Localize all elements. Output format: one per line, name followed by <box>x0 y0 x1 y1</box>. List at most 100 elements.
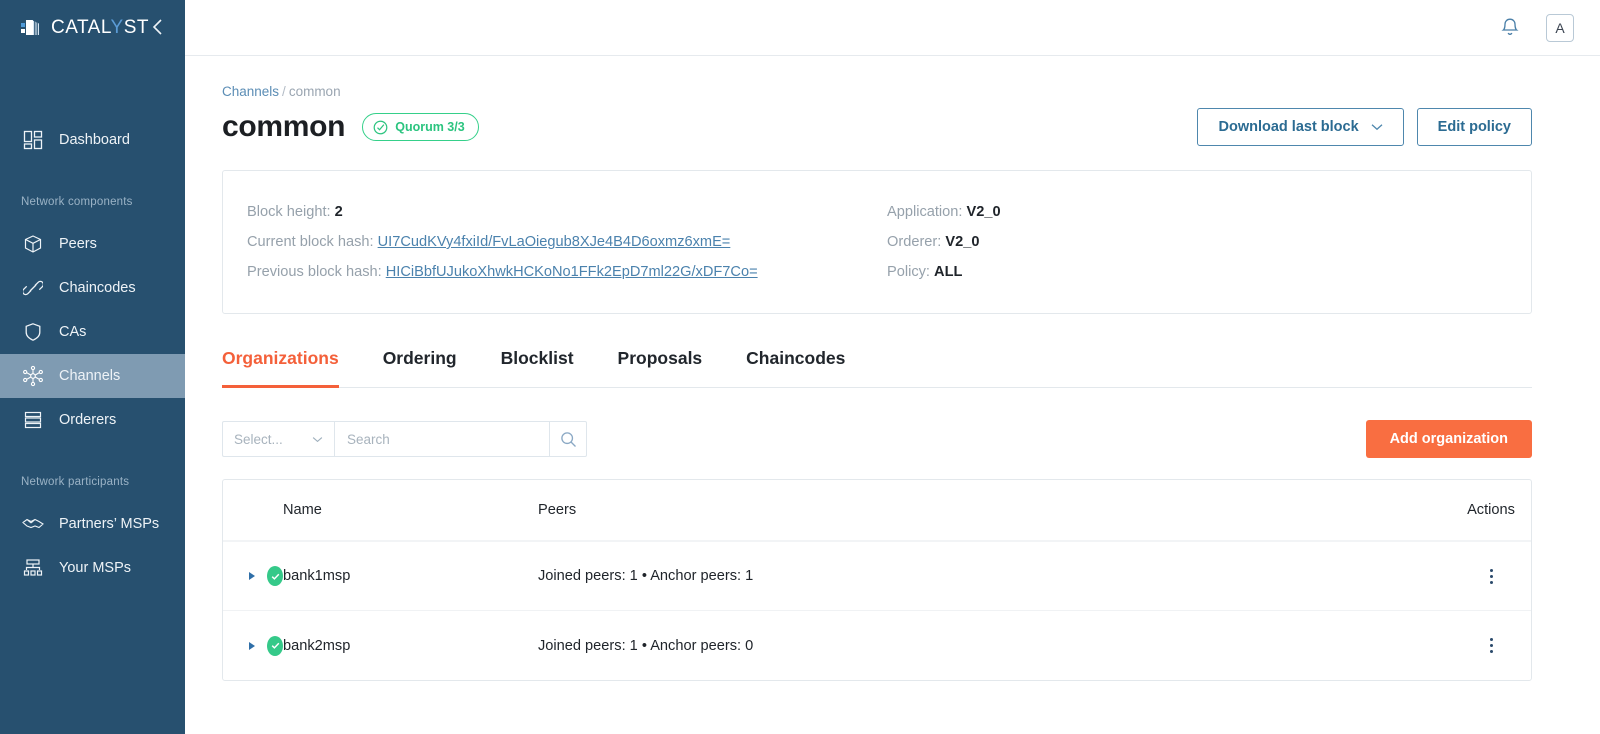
info-orderer: Orderer: V2_0 <box>887 227 1001 257</box>
tab-blocklist[interactable]: Blocklist <box>501 340 574 388</box>
sidebar-item-label: Dashboard <box>59 132 130 148</box>
breadcrumb: Channels / common <box>222 84 1532 99</box>
search-box <box>334 421 549 457</box>
column-header-name: Name <box>283 502 322 518</box>
sidebar-item-cas[interactable]: CAs <box>0 310 185 354</box>
sidebar-item-label: Peers <box>59 236 97 252</box>
info-block-height: Block height: 2 <box>247 197 887 227</box>
sidebar-collapse-button[interactable] <box>145 14 171 40</box>
catalyst-cube-logo-icon <box>20 17 42 39</box>
notifications-button[interactable] <box>1496 14 1524 42</box>
sidebar-section-label-network-participants: Network participants <box>21 476 130 488</box>
edit-policy-button[interactable]: Edit policy <box>1416 108 1532 146</box>
brand-name: CATALYST <box>51 17 149 38</box>
search-icon <box>560 431 576 447</box>
info-label: Application: <box>887 204 963 220</box>
dashboard-grid-icon <box>21 128 45 152</box>
org-tree-icon <box>21 556 45 580</box>
tab-ordering[interactable]: Ordering <box>383 340 457 388</box>
info-label: Previous block hash: <box>247 264 382 280</box>
sidebar-section-label-network-components: Network components <box>21 196 133 208</box>
row-name: bank1msp <box>283 568 351 584</box>
sidebar-item-channels[interactable]: Channels <box>0 354 185 398</box>
edit-policy-label: Edit policy <box>1437 119 1511 135</box>
sidebar-item-peers[interactable]: Peers <box>0 222 185 266</box>
channel-info-card: Block height: 2 Current block hash: UI7C… <box>222 170 1532 314</box>
page-title: common <box>222 110 346 143</box>
network-nodes-icon <box>21 364 45 388</box>
sidebar-item-label: Orderers <box>59 412 117 428</box>
info-value: 2 <box>334 204 343 220</box>
column-header-peers: Peers <box>538 502 577 518</box>
title-row: common Quorum 3/3 Download last block Ed… <box>222 108 1532 146</box>
kebab-menu-icon[interactable] <box>1484 632 1499 659</box>
breadcrumb-link-channels[interactable]: Channels <box>222 84 279 99</box>
sidebar-item-chaincodes[interactable]: Chaincodes <box>0 266 185 310</box>
check-circle-icon <box>373 120 388 134</box>
cube-icon <box>21 232 45 256</box>
tab-organizations[interactable]: Organizations <box>222 340 339 388</box>
title-actions: Download last block Edit policy <box>1197 108 1532 146</box>
sidebar-item-label: Your MSPs <box>59 560 131 576</box>
app-root: CATALYST Dashboard Network components Pe… <box>0 0 1600 734</box>
info-previous-block-hash: Previous block hash: HICiBbfUJukoXhwkHCK… <box>247 257 887 287</box>
info-value: V2_0 <box>945 234 980 250</box>
chevron-down-icon <box>312 436 323 442</box>
sidebar: CATALYST Dashboard Network components Pe… <box>0 0 185 734</box>
search-input[interactable] <box>347 431 537 447</box>
sidebar-item-dashboard[interactable]: Dashboard <box>0 118 185 162</box>
filter-select-value: Select... <box>234 431 283 447</box>
sidebar-item-label: Channels <box>59 368 121 384</box>
sidebar-item-your-msps[interactable]: Your MSPs <box>0 546 185 590</box>
add-organization-button[interactable]: Add organization <box>1365 420 1532 458</box>
breadcrumb-separator: / <box>282 84 286 99</box>
row-actions-cell <box>1451 632 1531 659</box>
tab-bar: Organizations Ordering Blocklist Proposa… <box>222 340 1532 388</box>
chevron-down-icon <box>1371 124 1383 131</box>
table-row[interactable]: bank2msp Joined peers: 1 • Anchor peers:… <box>223 611 1531 680</box>
channel-info-right: Application: V2_0 Orderer: V2_0 Policy: … <box>887 197 1001 287</box>
link-chain-icon <box>21 276 45 300</box>
info-label: Policy: <box>887 264 930 280</box>
search-button[interactable] <box>549 421 587 457</box>
sidebar-item-orderers[interactable]: Orderers <box>0 398 185 442</box>
channel-info-left: Block height: 2 Current block hash: UI7C… <box>247 197 887 287</box>
download-last-block-button[interactable]: Download last block <box>1197 108 1404 146</box>
main-area: A Channels / common common Quorum 3/3 Down… <box>185 0 1600 734</box>
quorum-label: Quorum 3/3 <box>395 120 465 134</box>
server-stack-icon <box>21 408 45 432</box>
kebab-menu-icon[interactable] <box>1484 563 1499 590</box>
caret-right-icon[interactable] <box>249 572 255 580</box>
row-name: bank2msp <box>283 637 351 654</box>
info-value: V2_0 <box>966 204 1001 220</box>
organizations-table: Name Peers Actions bank1msp Joined peers… <box>222 479 1532 681</box>
info-current-block-hash: Current block hash: UI7CudKVy4fxiId/FvLa… <box>247 227 887 257</box>
sidebar-nav: Dashboard Network components Peers Chain… <box>0 118 185 590</box>
page-content: Channels / common common Quorum 3/3 Downlo… <box>185 56 1600 681</box>
info-policy: Policy: ALL <box>887 257 1001 287</box>
bell-icon <box>1501 18 1519 35</box>
sidebar-item-label: CAs <box>59 324 87 340</box>
current-block-hash-link[interactable]: UI7CudKVy4fxiId/FvLaOiegub8XJe4B4D6oxmz6… <box>378 234 731 250</box>
table-row[interactable]: bank1msp Joined peers: 1 • Anchor peers:… <box>223 542 1531 611</box>
topbar: A <box>185 0 1600 56</box>
breadcrumb-current: common <box>288 84 341 99</box>
previous-block-hash-link[interactable]: HICiBbfUJukoXhwkHCKoNo1FFk2EpD7ml22G/xDF… <box>386 264 758 280</box>
tab-proposals[interactable]: Proposals <box>618 340 703 388</box>
column-header-actions: Actions <box>1467 502 1515 518</box>
avatar[interactable]: A <box>1546 13 1574 42</box>
info-label: Orderer: <box>887 234 942 250</box>
sidebar-item-partners-msps[interactable]: Partners’ MSPs <box>0 502 185 546</box>
filter-select[interactable]: Select... <box>222 421 334 457</box>
filter-group: Select... <box>222 421 587 457</box>
chevron-left-icon <box>152 19 162 35</box>
caret-right-icon[interactable] <box>249 641 255 650</box>
row-peers: Joined peers: 1 • Anchor peers: 1 <box>538 568 754 584</box>
row-expand-cell <box>223 635 283 656</box>
info-value: ALL <box>934 264 963 280</box>
table-toolbar: Select... Add organization <box>222 420 1532 458</box>
info-label: Block height: <box>247 204 331 220</box>
status-ok-icon <box>267 566 283 586</box>
tab-chaincodes[interactable]: Chaincodes <box>746 340 845 388</box>
row-peers: Joined peers: 1 • Anchor peers: 0 <box>538 637 754 654</box>
